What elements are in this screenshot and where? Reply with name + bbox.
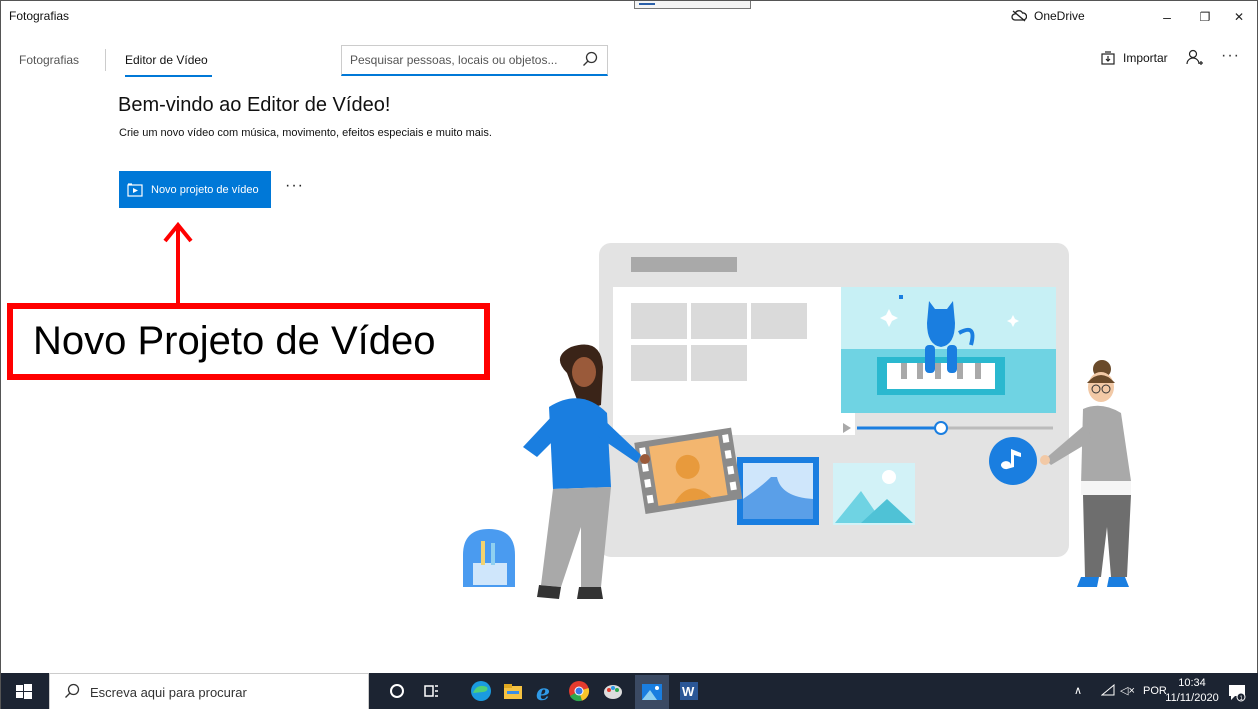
video-project-icon: [127, 182, 143, 197]
svg-text:W: W: [682, 684, 695, 699]
chevron-up-icon[interactable]: ∧: [1074, 684, 1082, 697]
more-options-button[interactable]: ···: [1221, 47, 1240, 65]
import-button[interactable]: Importar: [1101, 51, 1168, 65]
title-bar[interactable]: Fotografias OneDrive – ❐ ✕: [1, 1, 1257, 33]
annotation-arrow: [163, 221, 193, 303]
clock-date[interactable]: 11/11/2020: [1163, 692, 1221, 704]
minimize-button[interactable]: –: [1149, 5, 1185, 29]
task-view-icon[interactable]: [419, 679, 443, 703]
notification-icon[interactable]: 1: [1227, 682, 1247, 702]
paint-icon[interactable]: [601, 679, 625, 703]
windows-start-icon[interactable]: [16, 684, 32, 700]
wifi-icon[interactable]: [1101, 684, 1115, 696]
file-explorer-icon[interactable]: [501, 679, 525, 703]
window-title: Fotografias: [9, 9, 70, 23]
onedrive-label: OneDrive: [1034, 9, 1085, 23]
clock-time[interactable]: 10:34: [1171, 677, 1213, 689]
tab-photos[interactable]: Fotografias: [19, 53, 79, 67]
page-title: Bem-vindo ao Editor de Vídeo!: [118, 94, 391, 116]
photos-icon[interactable]: [635, 675, 669, 709]
search-icon: [65, 683, 80, 698]
edge-icon[interactable]: [469, 679, 493, 703]
search-input[interactable]: [350, 51, 575, 69]
page-subtitle: Crie um novo vídeo com música, movimento…: [119, 127, 492, 139]
nav-divider: [105, 49, 106, 71]
word-icon[interactable]: W: [677, 679, 701, 703]
add-person-icon[interactable]: [1186, 49, 1204, 67]
import-label: Importar: [1123, 51, 1168, 65]
drag-handle[interactable]: [634, 1, 751, 9]
search-box[interactable]: [341, 45, 608, 76]
annotation-callout-text: Novo Projeto de Vídeo: [33, 319, 436, 363]
new-video-project-button[interactable]: Novo projeto de vídeo: [119, 171, 271, 208]
search-icon[interactable]: [582, 51, 598, 67]
onedrive-button[interactable]: OneDrive: [1011, 6, 1085, 26]
new-video-project-label: Novo projeto de vídeo: [151, 183, 259, 196]
app-window: Fotografias OneDrive – ❐ ✕ Fotografias E…: [0, 0, 1258, 709]
annotation-callout: Novo Projeto de Vídeo: [7, 303, 490, 380]
close-button[interactable]: ✕: [1221, 5, 1257, 29]
import-icon: [1101, 51, 1115, 65]
cloud-off-icon: [1011, 10, 1027, 22]
taskbar-search-placeholder: Escreva aqui para procurar: [90, 685, 247, 700]
video-editor-illustration: [463, 243, 1131, 599]
restore-button[interactable]: ❐: [1187, 5, 1223, 29]
volume-muted-icon[interactable]: ◁×: [1120, 684, 1135, 697]
chrome-icon[interactable]: [567, 679, 591, 703]
project-more-button[interactable]: ···: [285, 177, 304, 195]
tab-video-editor[interactable]: Editor de Vídeo: [125, 53, 208, 67]
cortana-icon[interactable]: [385, 679, 409, 703]
svg-text:e: e: [536, 680, 550, 703]
taskbar-search-box[interactable]: Escreva aqui para procurar: [49, 673, 369, 709]
taskbar: Escreva aqui para procurar e W ∧ ◁× POR …: [1, 673, 1258, 709]
active-tab-indicator: [125, 75, 212, 77]
nav-bar: Fotografias Editor de Vídeo Importar ···: [1, 37, 1257, 77]
internet-explorer-icon[interactable]: e: [533, 679, 557, 703]
